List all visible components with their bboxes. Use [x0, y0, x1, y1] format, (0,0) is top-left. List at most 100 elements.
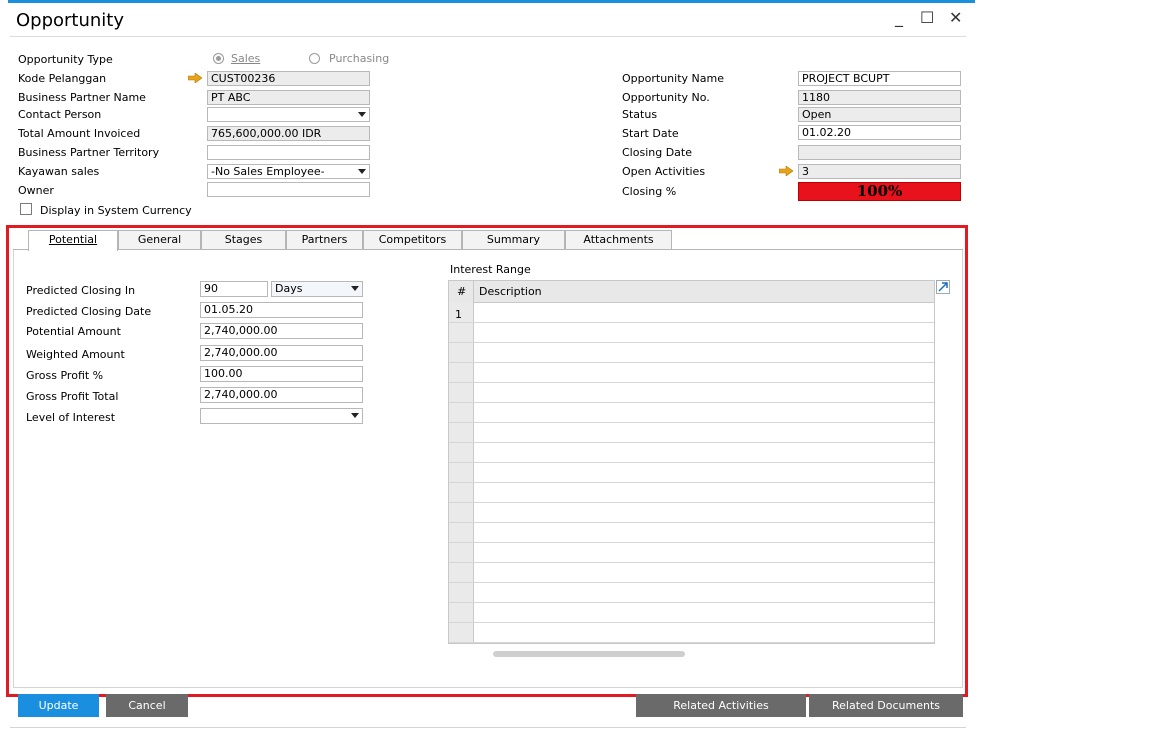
sales-radio-label: Sales — [231, 52, 261, 65]
link-arrow-icon[interactable] — [779, 166, 793, 176]
col-num-header[interactable]: # — [457, 285, 466, 298]
tab-general[interactable]: General — [118, 230, 201, 249]
table-header: # Description — [449, 281, 934, 303]
start-date-field[interactable]: 01.02.20 — [798, 125, 961, 140]
contact-person-label: Contact Person — [18, 108, 102, 121]
header-divider — [473, 281, 474, 302]
chevron-down-icon — [351, 413, 359, 418]
gross-profit-total-field[interactable]: 2,740,000.00 — [200, 387, 363, 403]
status-field[interactable]: Open — [798, 107, 961, 122]
table-row — [449, 542, 934, 543]
chevron-down-icon — [358, 169, 366, 174]
weighted-amount-field[interactable]: 2,740,000.00 — [200, 345, 363, 361]
related-activities-button[interactable]: Related Activities — [636, 694, 806, 717]
potential-amount-label: Potential Amount — [26, 325, 121, 338]
closing-in-unit-dropdown[interactable]: Days — [271, 281, 363, 297]
tab-competitors[interactable]: Competitors — [363, 230, 462, 249]
related-documents-button[interactable]: Related Documents — [809, 694, 963, 717]
sales-radio[interactable] — [213, 53, 224, 64]
opp-name-field[interactable]: PROJECT BCUPT — [798, 71, 961, 86]
territory-field[interactable] — [207, 145, 370, 160]
row-number-column — [449, 302, 474, 643]
kayawan-sales-dropdown[interactable]: -No Sales Employee- — [207, 164, 370, 179]
bottom-divider — [10, 727, 966, 728]
table-row — [449, 622, 934, 623]
gross-profit-pct-field[interactable]: 100.00 — [200, 366, 363, 382]
horizontal-scrollbar[interactable] — [493, 651, 685, 657]
tab-summary[interactable]: Summary — [462, 230, 565, 249]
display-currency-checkbox[interactable] — [20, 203, 32, 215]
close-icon[interactable]: ✕ — [949, 8, 962, 27]
table-row — [449, 402, 934, 403]
purchasing-radio-label: Purchasing — [329, 52, 390, 65]
closing-pct-label: Closing % — [622, 185, 677, 198]
table-row — [449, 562, 934, 563]
tab-stages[interactable]: Stages — [201, 230, 286, 249]
opp-no-label: Opportunity No. — [622, 91, 710, 104]
gross-profit-pct-label: Gross Profit % — [26, 369, 104, 382]
interest-range-title: Interest Range — [450, 263, 531, 276]
chevron-down-icon — [351, 286, 359, 291]
opp-no-field[interactable]: 1180 — [798, 90, 961, 105]
bp-name-label: Business Partner Name — [18, 91, 146, 104]
col-desc-header[interactable]: Description — [479, 285, 542, 298]
tab-potential[interactable]: Potential — [28, 230, 118, 251]
tab-potential-label: Potential — [48, 233, 98, 246]
table-row — [449, 482, 934, 483]
opp-name-label: Opportunity Name — [622, 72, 724, 85]
opportunity-type-label: Opportunity Type — [18, 53, 113, 66]
kayawan-sales-label: Kayawan sales — [18, 165, 100, 178]
level-of-interest-dropdown[interactable] — [200, 408, 363, 424]
closing-in-field[interactable]: 90 — [200, 281, 268, 297]
table-row — [449, 502, 934, 503]
chevron-down-icon — [358, 112, 366, 117]
start-date-label: Start Date — [622, 127, 679, 140]
potential-amount-field[interactable]: 2,740,000.00 — [200, 323, 363, 339]
closing-date-field[interactable] — [798, 145, 961, 160]
link-arrow-icon[interactable] — [188, 73, 202, 83]
table-row — [449, 342, 934, 343]
row-number[interactable]: 1 — [455, 308, 462, 321]
table-row — [449, 442, 934, 443]
open-activities-field[interactable]: 3 — [798, 164, 961, 179]
kode-pelanggan-label: Kode Pelanggan — [18, 72, 107, 85]
status-label: Status — [622, 108, 658, 121]
table-row — [449, 642, 934, 643]
table-row — [449, 582, 934, 583]
minimize-icon[interactable]: _ — [895, 8, 903, 27]
table-row — [449, 322, 934, 323]
bp-name-field[interactable]: PT ABC — [207, 90, 370, 105]
predicted-closing-date-field[interactable]: 01.05.20 — [200, 302, 363, 318]
open-activities-label: Open Activities — [622, 165, 706, 178]
owner-label: Owner — [18, 184, 54, 197]
total-invoiced-field[interactable]: 765,600,000.00 IDR — [207, 126, 370, 141]
contact-person-dropdown[interactable] — [207, 107, 370, 122]
table-row — [449, 462, 934, 463]
maximize-icon[interactable]: ☐ — [920, 8, 934, 27]
table-row — [449, 382, 934, 383]
tab-partners[interactable]: Partners — [286, 230, 363, 249]
interest-range-table: # Description 1 — [448, 280, 935, 644]
table-row — [449, 422, 934, 423]
total-invoiced-label: Total Amount Invoiced — [18, 127, 141, 140]
table-row — [449, 522, 934, 523]
table-row — [449, 362, 934, 363]
closing-date-label: Closing Date — [622, 146, 692, 159]
kode-pelanggan-field[interactable]: CUST00236 — [207, 71, 370, 86]
gross-profit-total-label: Gross Profit Total — [26, 390, 119, 403]
closing-in-label: Predicted Closing In — [26, 284, 136, 297]
table-row — [449, 602, 934, 603]
expand-icon[interactable] — [936, 280, 950, 294]
update-button[interactable]: Update — [18, 694, 99, 717]
cancel-button[interactable]: Cancel — [106, 694, 188, 717]
purchasing-radio[interactable] — [309, 53, 320, 64]
kayawan-sales-value: -No Sales Employee- — [211, 165, 325, 178]
owner-field[interactable] — [207, 182, 370, 197]
tab-attachments[interactable]: Attachments — [565, 230, 672, 249]
level-of-interest-label: Level of Interest — [26, 411, 116, 424]
weighted-amount-label: Weighted Amount — [26, 348, 125, 361]
closing-pct-bar: 100% — [798, 182, 961, 201]
predicted-closing-date-label: Predicted Closing Date — [26, 305, 152, 318]
title-divider — [10, 36, 966, 37]
display-currency-label: Display in System Currency — [40, 204, 192, 217]
